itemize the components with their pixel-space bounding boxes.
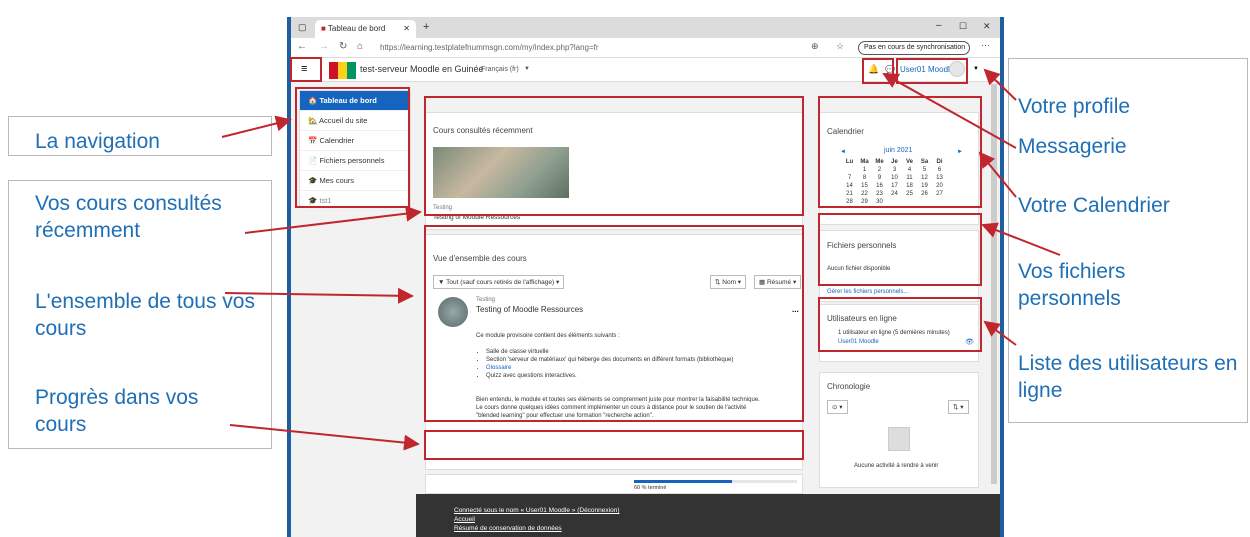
annotation-arrows (221, 68, 1061, 451)
